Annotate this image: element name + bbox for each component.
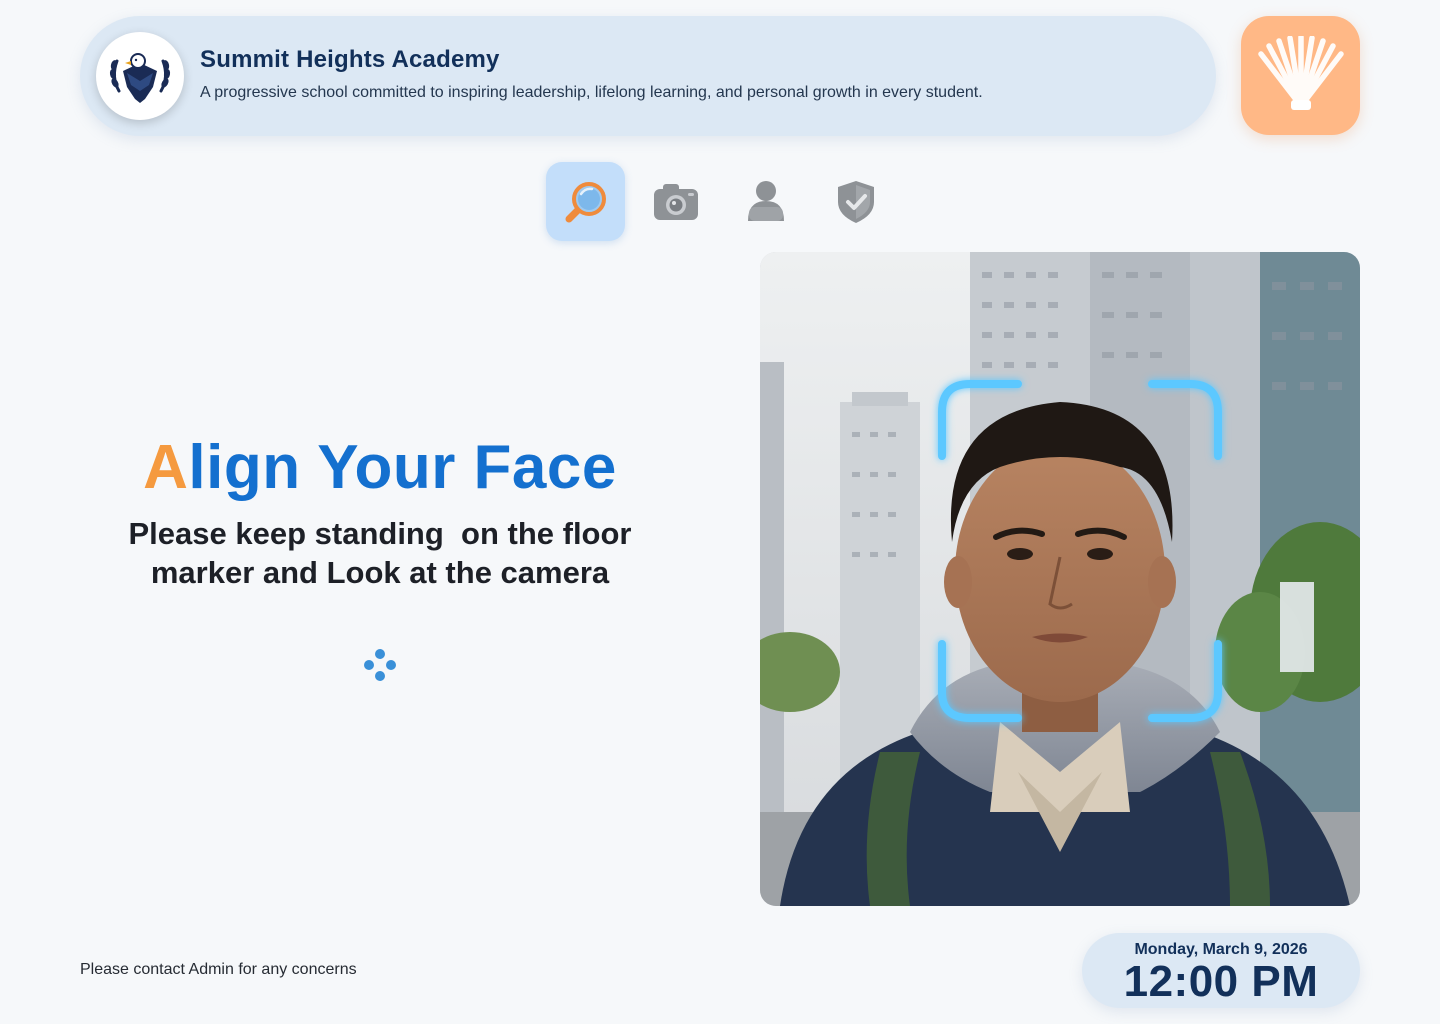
eagle-crest-icon (109, 53, 171, 103)
shield-check-icon (837, 180, 874, 223)
app-logo (1241, 16, 1360, 135)
date-time-widget: Monday, March 9, 2026 12:00 PM (1082, 933, 1360, 1008)
face-enrollment-screen: Summit Heights Academy A progressive sch… (0, 0, 1440, 1024)
instruction-headline: Align Your Face (60, 432, 700, 503)
shell-icon (1257, 35, 1344, 110)
step-search (546, 162, 625, 241)
headline-first-letter: A (143, 433, 189, 502)
camera-preview (760, 252, 1360, 906)
step-verify (816, 162, 895, 241)
instruction-subtext: Please keep standing on the floor marker… (80, 514, 680, 592)
camera-feed-image (760, 252, 1360, 906)
camera-icon (653, 183, 698, 220)
contact-admin-note: Please contact Admin for any concerns (80, 961, 357, 978)
step-user (726, 162, 805, 241)
school-name: Summit Heights Academy (200, 46, 500, 73)
header-banner: Summit Heights Academy A progressive sch… (80, 16, 1216, 136)
instruction-line-2: marker and Look at the camera (150, 555, 610, 590)
user-icon (747, 180, 784, 221)
loading-spinner-icon (364, 649, 396, 681)
header-text: Summit Heights Academy A progressive sch… (200, 46, 983, 102)
headline-rest: lign Your Face (188, 433, 617, 502)
instruction-line-1: Please keep standing on the floor (128, 516, 632, 551)
school-tagline: A progressive school committed to inspir… (200, 84, 983, 101)
current-time: 12:00 PM (1123, 957, 1319, 1006)
search-icon (565, 181, 606, 222)
step-camera (636, 162, 715, 241)
school-logo (96, 32, 184, 120)
